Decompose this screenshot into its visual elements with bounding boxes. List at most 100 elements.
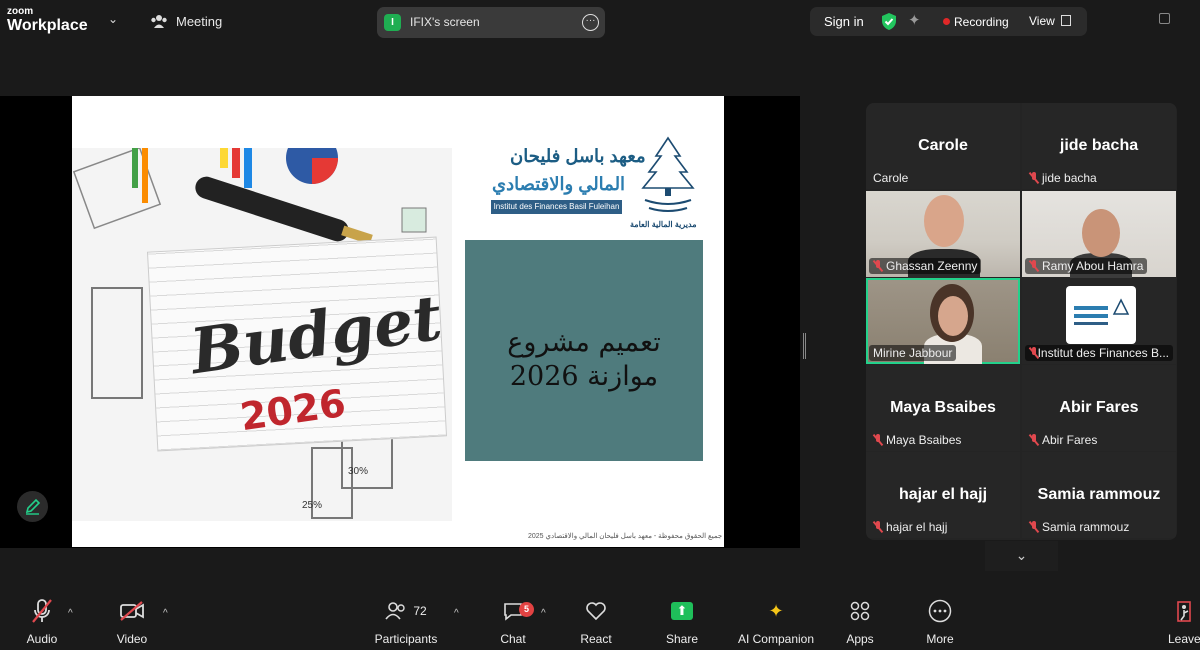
chevron-down-icon[interactable]: ⌄: [108, 12, 118, 26]
grid-view-icon[interactable]: [1061, 15, 1071, 26]
share-icon-row: ⬆: [663, 596, 701, 626]
mic-muted-icon: [1029, 260, 1039, 272]
shield-check-icon[interactable]: [880, 12, 898, 31]
window-restore-icon[interactable]: [1159, 13, 1170, 24]
ministry-emblem-logo: [641, 136, 695, 212]
audio-button[interactable]: Audio: [20, 596, 64, 650]
participant-tile[interactable]: Carole Carole: [866, 103, 1020, 189]
participant-tile[interactable]: Abir Fares Abir Fares: [1022, 365, 1176, 451]
participant-video-tile[interactable]: Ghassan Zeenny: [866, 191, 1020, 279]
heart-icon: [578, 596, 614, 626]
resize-handle[interactable]: [803, 333, 806, 359]
react-label: React: [580, 632, 612, 646]
percent-label-1: 30%: [348, 466, 369, 477]
chat-unread-badge: 5: [519, 602, 534, 617]
leave-button[interactable]: Leave: [1168, 596, 1200, 650]
participant-tile[interactable]: jide bacha jide bacha: [1022, 103, 1176, 189]
budget-illustration: Budget 2026 30% 25%: [72, 148, 452, 521]
annotate-button[interactable]: [17, 491, 48, 522]
audio-label: Audio: [26, 632, 58, 646]
leave-label: Leave: [1168, 632, 1200, 646]
brand-small: zoom: [7, 6, 34, 17]
sign-in-button[interactable]: Sign in: [824, 14, 864, 29]
participant-video-face: [938, 296, 968, 336]
participant-name-tag: Ghassan Zeenny: [869, 258, 982, 274]
participant-name-large: Carole: [918, 137, 968, 154]
meeting-toolbar: Audio ^ Video ^ 72 Participants ^ Chat ^…: [0, 596, 1200, 650]
participant-tile[interactable]: Maya Bsaibes Maya Bsaibes: [866, 365, 1020, 451]
percent-label-2: 25%: [302, 500, 323, 511]
mic-muted-icon: [1029, 172, 1039, 184]
participant-name-large: Abir Fares: [1059, 399, 1139, 416]
slide-title: تعميم مشروع موازنة 2026: [465, 326, 703, 394]
participant-tile[interactable]: hajar el hajj hajar el hajj: [866, 452, 1020, 538]
participant-name: Institut des Finances B...: [1037, 346, 1169, 360]
presentation-slide: Budget 2026 30% 25% معهد باسل فليحان الم…: [72, 96, 724, 547]
react-button[interactable]: React: [578, 596, 614, 650]
participants-options-caret-icon[interactable]: ^: [454, 608, 459, 619]
participant-video-tile-active[interactable]: Mirine Jabbour: [866, 278, 1020, 364]
participant-name: jide bacha: [1042, 171, 1097, 185]
participant-name-tag: hajar el hajj: [869, 519, 951, 535]
recording-label[interactable]: Recording: [954, 15, 1009, 29]
video-label: Video: [116, 632, 148, 646]
chevron-down-icon: ⌄: [1015, 547, 1028, 563]
participant-name-tag: Carole: [869, 170, 912, 186]
institute-arabic-line2: المالي والاقتصادي: [492, 174, 626, 194]
participant-name-tag: Ramy Abou Hamra: [1025, 258, 1148, 274]
video-button[interactable]: Video: [110, 596, 154, 650]
participant-video-face: [924, 195, 964, 247]
participant-name-tag: Maya Bsaibes: [869, 432, 965, 448]
meeting-label: Meeting: [176, 13, 223, 29]
mic-muted-icon: [873, 260, 883, 272]
institute-logo-graphic: [1074, 298, 1130, 325]
participant-name-tag: jide bacha: [1025, 170, 1101, 186]
more-button[interactable]: More: [922, 596, 958, 650]
more-label: More: [926, 632, 954, 646]
ai-companion-button[interactable]: ✦ AI Companion: [734, 596, 818, 650]
leave-icon: [1168, 596, 1200, 626]
participant-tile[interactable]: Samia rammouz Samia rammouz: [1022, 452, 1176, 538]
mic-muted-icon: [1029, 347, 1036, 359]
zoom-workplace-logo[interactable]: zoom Workplace: [7, 7, 88, 34]
participants-count: 72: [413, 604, 427, 618]
participant-gallery: Carole Carole jide bacha jide bacha Ghas…: [866, 103, 1177, 540]
participant-name: Ghassan Zeenny: [886, 259, 978, 273]
participant-tile[interactable]: Institut des Finances B...: [1022, 278, 1176, 364]
more-options-icon[interactable]: ···: [582, 14, 599, 31]
participant-video-tile[interactable]: Ramy Abou Hamra: [1022, 191, 1176, 279]
mic-muted-icon: [1029, 521, 1039, 533]
participant-name-large: hajar el hajj: [898, 486, 988, 503]
share-label: Share: [665, 632, 699, 646]
video-options-caret-icon[interactable]: ^: [163, 608, 168, 619]
slide-title-line1: تعميم مشروع: [507, 327, 661, 358]
apps-button[interactable]: Apps: [842, 596, 878, 650]
participant-name-tag: Abir Fares: [1025, 432, 1101, 448]
ministry-caption: مديرية المالية العامة: [630, 220, 697, 229]
screen-share-indicator[interactable]: I IFIX's screen ···: [377, 7, 605, 38]
slide-title-box: تعميم مشروع موازنة 2026: [465, 240, 703, 461]
participant-name-tag: Institut des Finances B...: [1025, 345, 1173, 361]
mic-off-icon: [20, 596, 64, 626]
slide-title-line2: موازنة 2026: [509, 361, 659, 392]
apps-label: Apps: [846, 632, 874, 646]
share-arrow-icon: ⬆: [671, 602, 693, 620]
apps-icon: [842, 596, 878, 626]
gallery-scroll-down-button[interactable]: ⌄: [985, 541, 1058, 571]
view-button[interactable]: View: [1029, 14, 1055, 28]
share-button[interactable]: ⬆ Share: [663, 596, 701, 650]
participants-label: Participants: [374, 632, 438, 646]
chat-label: Chat: [500, 632, 526, 646]
ai-sparkle-icon[interactable]: ✦: [908, 11, 921, 29]
participant-name: Abir Fares: [1042, 433, 1098, 447]
participant-name: Carole: [873, 171, 909, 185]
meeting-info-button[interactable]: Meeting: [150, 13, 222, 29]
sharer-badge: I: [384, 14, 401, 31]
participant-name: Samia rammouz: [1042, 520, 1130, 534]
participant-name-tag: Samia rammouz: [1025, 519, 1133, 535]
audio-options-caret-icon[interactable]: ^: [68, 608, 73, 619]
ai-sparkle-icon: ✦: [768, 600, 784, 621]
mic-muted-icon: [873, 521, 883, 533]
participants-button[interactable]: 72 Participants: [372, 596, 440, 650]
chat-options-caret-icon[interactable]: ^: [541, 608, 546, 619]
